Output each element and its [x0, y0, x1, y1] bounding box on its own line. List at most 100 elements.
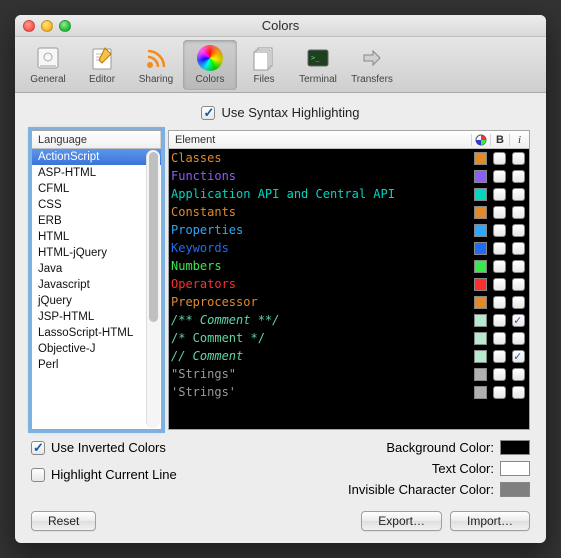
- toolbar-colors[interactable]: Colors: [183, 40, 237, 90]
- element-row[interactable]: Constants: [169, 203, 529, 221]
- zoom-icon[interactable]: [59, 20, 71, 32]
- element-row[interactable]: Application API and Central API: [169, 185, 529, 203]
- element-row[interactable]: /** Comment **/: [169, 311, 529, 329]
- element-list[interactable]: Element B i ClassesFunctionsApplication …: [168, 130, 530, 430]
- terminal-icon: >_: [304, 44, 332, 72]
- language-item[interactable]: HTML: [32, 229, 161, 245]
- color-swatch[interactable]: [474, 314, 487, 327]
- color-swatch[interactable]: [474, 170, 487, 183]
- element-row[interactable]: Operators: [169, 275, 529, 293]
- color-swatch[interactable]: [474, 296, 487, 309]
- toolbar-sharing[interactable]: Sharing: [129, 40, 183, 90]
- bold-checkbox[interactable]: [493, 296, 506, 309]
- color-swatch[interactable]: [474, 332, 487, 345]
- language-item[interactable]: CFML: [32, 181, 161, 197]
- italic-checkbox[interactable]: [512, 224, 525, 237]
- bold-checkbox[interactable]: [493, 152, 506, 165]
- element-row[interactable]: Functions: [169, 167, 529, 185]
- titlebar: Colors: [15, 15, 546, 37]
- color-swatch[interactable]: [474, 206, 487, 219]
- language-item[interactable]: Java: [32, 261, 161, 277]
- italic-checkbox[interactable]: [512, 170, 525, 183]
- background-color-well[interactable]: [500, 440, 530, 455]
- element-row[interactable]: /* Comment */: [169, 329, 529, 347]
- italic-checkbox[interactable]: [512, 296, 525, 309]
- language-item[interactable]: ERB: [32, 213, 161, 229]
- color-swatch[interactable]: [474, 242, 487, 255]
- color-swatch[interactable]: [474, 188, 487, 201]
- bold-column-header[interactable]: B: [491, 134, 510, 146]
- text-color-well[interactable]: [500, 461, 530, 476]
- italic-column-header[interactable]: i: [510, 134, 529, 146]
- italic-checkbox[interactable]: [512, 188, 525, 201]
- scrollbar[interactable]: [146, 150, 160, 428]
- bold-checkbox[interactable]: [493, 368, 506, 381]
- invisible-color-well[interactable]: [500, 482, 530, 497]
- toolbar-files[interactable]: Files: [237, 40, 291, 90]
- color-swatch[interactable]: [474, 278, 487, 291]
- toolbar-transfers[interactable]: Transfers: [345, 40, 399, 90]
- italic-checkbox[interactable]: [512, 314, 525, 327]
- language-header[interactable]: Language: [32, 131, 161, 148]
- language-item[interactable]: ASP-HTML: [32, 165, 161, 181]
- bold-checkbox[interactable]: [493, 350, 506, 363]
- color-swatch[interactable]: [474, 224, 487, 237]
- toolbar-terminal[interactable]: >_ Terminal: [291, 40, 345, 90]
- close-icon[interactable]: [23, 20, 35, 32]
- italic-checkbox[interactable]: [512, 350, 525, 363]
- bold-checkbox[interactable]: [493, 242, 506, 255]
- bold-checkbox[interactable]: [493, 188, 506, 201]
- reset-button[interactable]: Reset: [31, 511, 96, 531]
- element-row[interactable]: 'Strings': [169, 383, 529, 401]
- italic-checkbox[interactable]: [512, 260, 525, 273]
- italic-checkbox[interactable]: [512, 278, 525, 291]
- color-column-header[interactable]: [472, 134, 491, 146]
- language-item[interactable]: JSP-HTML: [32, 309, 161, 325]
- element-row[interactable]: "Strings": [169, 365, 529, 383]
- inverted-colors-checkbox[interactable]: [31, 441, 45, 455]
- language-item[interactable]: Javascript: [32, 277, 161, 293]
- bold-checkbox[interactable]: [493, 224, 506, 237]
- language-item[interactable]: Perl: [32, 357, 161, 373]
- minimize-icon[interactable]: [41, 20, 53, 32]
- highlight-line-checkbox[interactable]: [31, 468, 45, 482]
- element-row[interactable]: Keywords: [169, 239, 529, 257]
- bold-checkbox[interactable]: [493, 332, 506, 345]
- export-button[interactable]: Export…: [361, 511, 442, 531]
- element-row[interactable]: Properties: [169, 221, 529, 239]
- italic-checkbox[interactable]: [512, 152, 525, 165]
- element-row[interactable]: Numbers: [169, 257, 529, 275]
- italic-checkbox[interactable]: [512, 206, 525, 219]
- syntax-highlighting-checkbox[interactable]: [201, 106, 215, 120]
- bold-checkbox[interactable]: [493, 386, 506, 399]
- bold-checkbox[interactable]: [493, 278, 506, 291]
- language-item[interactable]: LassoScript-HTML: [32, 325, 161, 341]
- toolbar-editor[interactable]: Editor: [75, 40, 129, 90]
- italic-checkbox[interactable]: [512, 368, 525, 381]
- language-list[interactable]: Language ActionScriptASP-HTMLCFMLCSSERBH…: [31, 130, 162, 430]
- language-item[interactable]: Objective-J: [32, 341, 161, 357]
- language-item[interactable]: ActionScript: [32, 149, 161, 165]
- color-swatch[interactable]: [474, 152, 487, 165]
- bold-checkbox[interactable]: [493, 260, 506, 273]
- import-button[interactable]: Import…: [450, 511, 530, 531]
- element-header[interactable]: Element: [169, 134, 472, 146]
- language-item[interactable]: jQuery: [32, 293, 161, 309]
- italic-checkbox[interactable]: [512, 332, 525, 345]
- bold-checkbox[interactable]: [493, 314, 506, 327]
- element-row[interactable]: Preprocessor: [169, 293, 529, 311]
- toolbar-general[interactable]: General: [21, 40, 75, 90]
- element-row[interactable]: Classes: [169, 149, 529, 167]
- element-row[interactable]: // Comment: [169, 347, 529, 365]
- language-item[interactable]: CSS: [32, 197, 161, 213]
- color-swatch[interactable]: [474, 350, 487, 363]
- italic-checkbox[interactable]: [512, 242, 525, 255]
- bold-checkbox[interactable]: [493, 206, 506, 219]
- color-swatch[interactable]: [474, 260, 487, 273]
- language-item[interactable]: HTML-jQuery: [32, 245, 161, 261]
- color-swatch[interactable]: [474, 368, 487, 381]
- bold-checkbox[interactable]: [493, 170, 506, 183]
- italic-checkbox[interactable]: [512, 386, 525, 399]
- element-label: Constants: [171, 205, 474, 219]
- color-swatch[interactable]: [474, 386, 487, 399]
